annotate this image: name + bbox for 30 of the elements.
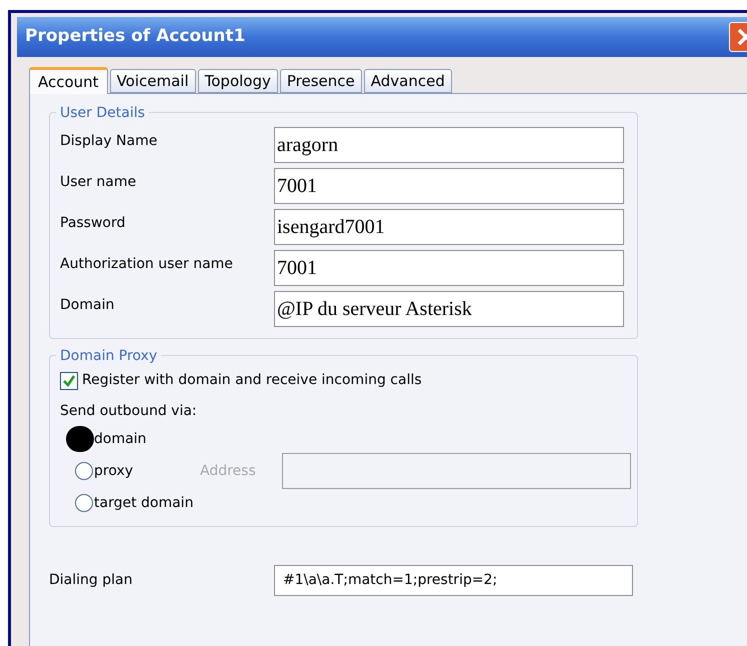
section-label: Send outbound via: xyxy=(60,402,197,421)
field-label: Display Name xyxy=(60,132,158,151)
tab[interactable]: Account xyxy=(29,67,108,94)
text-field[interactable]: aragorn xyxy=(274,127,624,163)
field-label: Authorization user name xyxy=(60,255,234,274)
tab[interactable]: Presence xyxy=(280,69,362,93)
field-label: Domain xyxy=(60,296,116,315)
radio-button[interactable] xyxy=(66,426,94,452)
checkbox[interactable] xyxy=(60,372,78,390)
field-label: Address xyxy=(200,462,257,480)
field-label: Dialing plan xyxy=(49,571,134,590)
checkbox-label: Register with domain and receive incoming calls xyxy=(82,371,422,390)
field-label: User name xyxy=(60,173,138,192)
text-field[interactable]: 7001 xyxy=(274,250,624,286)
radio-label: target domain xyxy=(94,494,194,512)
radio-button[interactable] xyxy=(75,462,93,480)
text-field[interactable]: @IP du serveur Asterisk xyxy=(274,291,624,327)
field-label: Password xyxy=(60,214,126,233)
tab[interactable]: Advanced xyxy=(364,69,452,93)
radio-label: domain xyxy=(94,430,148,448)
radio-button[interactable] xyxy=(75,494,93,512)
text-field[interactable]: 7001 xyxy=(274,168,624,204)
address-field[interactable] xyxy=(282,453,631,489)
tab[interactable]: Topology xyxy=(198,69,278,93)
radio-label: proxy xyxy=(94,462,134,480)
text-field[interactable]: isengard7001 xyxy=(274,209,624,245)
text-field[interactable]: #1\a\a.T;match=1;prestrip=2; xyxy=(274,565,633,596)
window-title: Properties of Account1 xyxy=(25,25,246,48)
check-icon xyxy=(62,374,76,388)
tab[interactable]: Voicemail xyxy=(110,69,196,93)
